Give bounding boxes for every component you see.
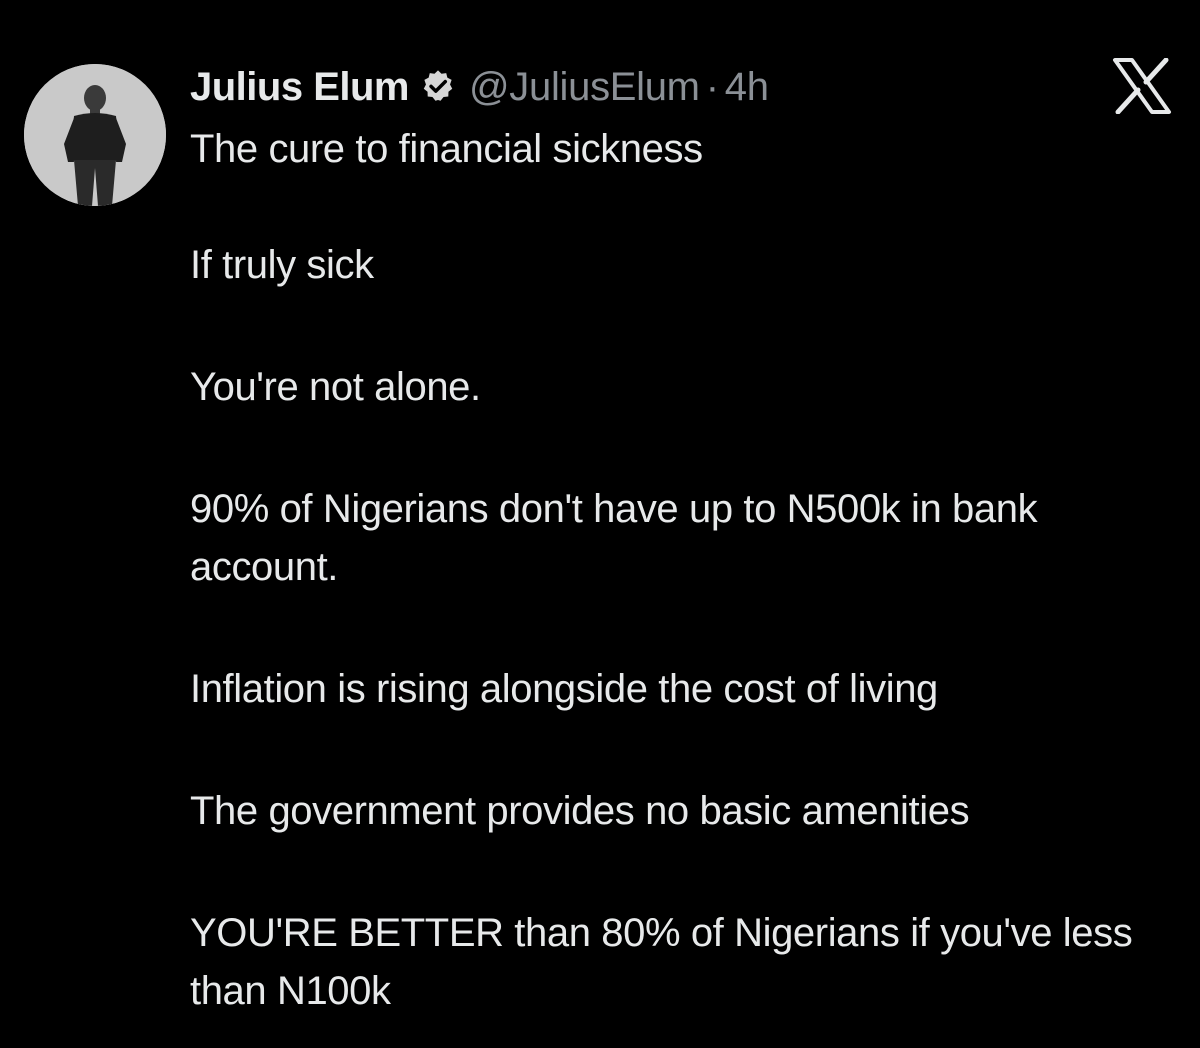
separator-dot: · [705,65,719,109]
timestamp[interactable]: 4h [725,62,769,112]
verified-badge-icon [419,68,457,106]
tweet-paragraph: 90% of Nigerians don't have up to N500k … [190,487,1048,589]
tweet-paragraph: You're not alone. [190,365,481,409]
tweet-paragraph: Inflation is rising alongside the cost o… [190,667,938,711]
tweet-card: Julius Elum @JuliusElum · 4h The cure to… [0,0,1200,1048]
tweet-paragraph: If truly sick [190,243,374,287]
display-name[interactable]: Julius Elum [190,62,410,112]
tweet-paragraph: YOU'RE BETTER than 80% of Nigerians if y… [190,911,1144,1013]
avatar[interactable] [24,64,166,206]
avatar-photo [24,64,166,206]
tweet-paragraph: The government provides no basic ameniti… [190,789,970,833]
tweet-header: Julius Elum @JuliusElum · 4h [190,62,769,112]
tweet-text: The cure to financial sickness If truly … [190,120,1170,1020]
x-logo-icon[interactable] [1112,57,1172,115]
handle[interactable]: @JuliusElum [469,62,700,112]
tweet-paragraph: The cure to financial sickness [190,127,703,171]
